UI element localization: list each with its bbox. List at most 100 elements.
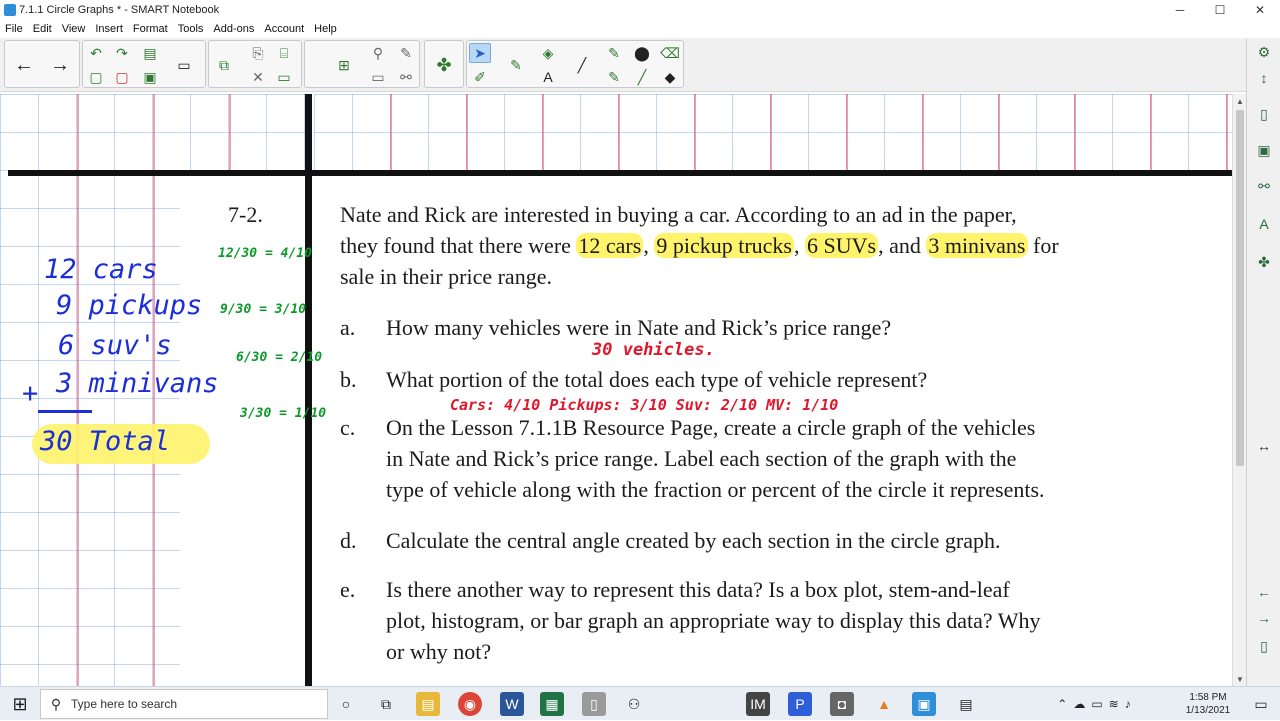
chevron-up-icon[interactable]: ⌃ [1057, 697, 1067, 711]
erase-all-icon[interactable]: ◆ [659, 67, 681, 87]
properties-icon[interactable]: A [1254, 214, 1274, 234]
menu-tools[interactable]: Tools [173, 23, 209, 35]
attach-icon[interactable]: ⚯ [395, 67, 417, 87]
pen-tool-icon[interactable]: ✎ [395, 43, 417, 63]
file-explorer-icon[interactable]: ▤ [416, 692, 440, 716]
volume-icon[interactable]: ♪ [1125, 697, 1131, 711]
minimize-button[interactable]: ─ [1160, 0, 1200, 20]
task-view-icon[interactable]: ⧉ [374, 692, 398, 716]
magic-pen-icon[interactable]: ✐ [469, 67, 491, 87]
onedrive-icon[interactable]: ☁ [1073, 697, 1085, 711]
maximize-button[interactable]: ☐ [1200, 0, 1240, 20]
previous-page-icon[interactable]: ← [13, 54, 35, 76]
next-arrow-icon[interactable]: → [1254, 608, 1274, 628]
line-tool-icon[interactable]: ╱ [571, 55, 593, 75]
calculator-icon[interactable]: ▦ [540, 692, 564, 716]
document-icon[interactable]: ▯ [582, 692, 606, 716]
open-icon[interactable]: ▢ [85, 67, 107, 87]
menu-view[interactable]: View [57, 23, 91, 35]
next-page-icon[interactable]: → [49, 54, 71, 76]
taskbar-search-box[interactable]: ⚲ Type here to search [40, 689, 328, 719]
windows-start-icon[interactable]: ⊞ [0, 687, 40, 721]
menu-account[interactable]: Account [259, 23, 309, 35]
notifications-icon[interactable]: ▭ [1246, 687, 1276, 721]
move-toolbar-icon[interactable]: ↕ [1254, 68, 1274, 88]
previous-arrow-icon[interactable]: ← [1254, 582, 1274, 602]
scroll-down-icon[interactable]: ▼ [1233, 672, 1247, 686]
settings-gear-icon[interactable]: ⚙ [1254, 42, 1274, 62]
wifi-icon[interactable]: ≋ [1109, 697, 1119, 711]
app-icon[interactable]: ▤ [954, 692, 978, 716]
menu-file[interactable]: File [0, 23, 28, 35]
select-tool-icon[interactable]: ➤ [469, 43, 491, 63]
table-icon[interactable]: ⊞ [333, 55, 355, 75]
delete-icon[interactable]: ✕ [247, 67, 269, 87]
menu-help[interactable]: Help [309, 23, 342, 35]
grid-accent-line [618, 94, 620, 172]
network-icon[interactable]: ▭ [1091, 697, 1102, 711]
notebook-canvas[interactable]: 7-2. Nate and Rick are interested in buy… [0, 94, 1232, 686]
gallery-icon[interactable]: ▣ [1254, 140, 1274, 160]
clock[interactable]: 1:58 PM 1/13/2021 [1176, 687, 1240, 721]
display-icon[interactable]: ▭ [173, 55, 195, 75]
ink-minivans[interactable]: 3 minivans [56, 368, 219, 399]
resize-handle-icon[interactable]: ↔ [1254, 436, 1274, 456]
ink-answer-a[interactable]: 30 vehicles. [592, 340, 715, 360]
attachments-icon[interactable]: ⚯ [1254, 176, 1274, 196]
redo-icon[interactable]: ↷ [111, 43, 133, 63]
ink-suvs[interactable]: 6 suv's [58, 330, 172, 361]
ink-fraction-cars[interactable]: 12/30 = 4/10 [218, 246, 312, 261]
puzzle-icon[interactable]: ✤ [433, 55, 455, 75]
screen-shade-icon[interactable]: ▭ [273, 67, 295, 87]
undo-icon[interactable]: ↶ [85, 43, 107, 63]
screen-capture-icon[interactable]: ⌸ [273, 43, 295, 63]
shapes-icon[interactable]: ◈ [537, 43, 559, 63]
system-tray-icons[interactable]: ⌃ ☁ ▭ ≋ ♪ [1034, 687, 1154, 721]
ink-fraction-minivans[interactable]: 3/30 = 1/10 [240, 406, 326, 421]
add-page-icon[interactable]: ▤ [139, 43, 161, 63]
camera-icon[interactable]: ◘ [830, 692, 854, 716]
copy-icon[interactable]: ⎘ [247, 43, 269, 63]
fill-icon[interactable]: ⬤ [631, 43, 653, 63]
menu-addons[interactable]: Add-ons [208, 23, 259, 35]
measure-icon[interactable]: ╱ [631, 67, 653, 87]
ink-answer-b[interactable]: Cars: 4/10 Pickups: 3/10 Suv: 2/10 MV: 1… [450, 396, 838, 414]
vlc-icon[interactable]: ▲ [872, 692, 896, 716]
properties-icon[interactable]: ⚲ [367, 43, 389, 63]
scroll-up-icon[interactable]: ▲ [1233, 94, 1247, 108]
teams-icon[interactable]: ⚇ [622, 692, 646, 716]
save-icon[interactable]: ▣ [139, 67, 161, 87]
ink-fraction-suvs[interactable]: 6/30 = 2/10 [236, 350, 322, 365]
vertical-scrollbar[interactable]: ▲ ▼ [1232, 94, 1246, 686]
part-label: e. [340, 577, 356, 602]
pen-icon[interactable]: ✎ [505, 55, 527, 75]
yellow-highlighter-icon[interactable]: ✎ [603, 67, 625, 87]
ink-plus[interactable]: + [22, 378, 38, 409]
menu-format[interactable]: Format [128, 23, 173, 35]
page-sorter-icon[interactable]: ▯ [1254, 104, 1274, 124]
im-icon[interactable]: IM [746, 692, 770, 716]
paste-icon[interactable]: ⧉ [213, 55, 235, 75]
ink-cars[interactable]: 12 cars [44, 254, 158, 285]
ink-total[interactable]: 30 Total [40, 426, 170, 457]
menu-edit[interactable]: Edit [28, 23, 57, 35]
page-icon[interactable]: ▯ [1254, 636, 1274, 656]
shape-icon[interactable]: ▭ [367, 67, 389, 87]
p-app-icon[interactable]: P [788, 692, 812, 716]
scrollbar-thumb[interactable] [1236, 110, 1244, 466]
close-button[interactable]: ✕ [1240, 0, 1280, 20]
text-tool-icon[interactable]: A [537, 67, 559, 87]
ink-pickups[interactable]: 9 pickups [56, 290, 202, 321]
highlight-cars: 12 cars [576, 233, 644, 258]
highlighter-icon[interactable]: ✎ [603, 43, 625, 63]
addons-icon[interactable]: ✤ [1254, 252, 1274, 272]
menu-insert[interactable]: Insert [90, 23, 128, 35]
cortana-icon[interactable]: ○ [334, 692, 358, 716]
delete-page-icon[interactable]: ▢ [111, 67, 133, 87]
smart-notebook-taskbar-icon[interactable]: ▣ [912, 692, 936, 716]
clipboard-group: ⧉ ⎘ ✕ ⌸ ▭ [208, 40, 302, 88]
chrome-icon[interactable]: ◉ [458, 692, 482, 716]
ink-fraction-pickups[interactable]: 9/30 = 3/10 [220, 302, 306, 317]
eraser-icon[interactable]: ⌫ [659, 43, 681, 63]
word-icon[interactable]: W [500, 692, 524, 716]
